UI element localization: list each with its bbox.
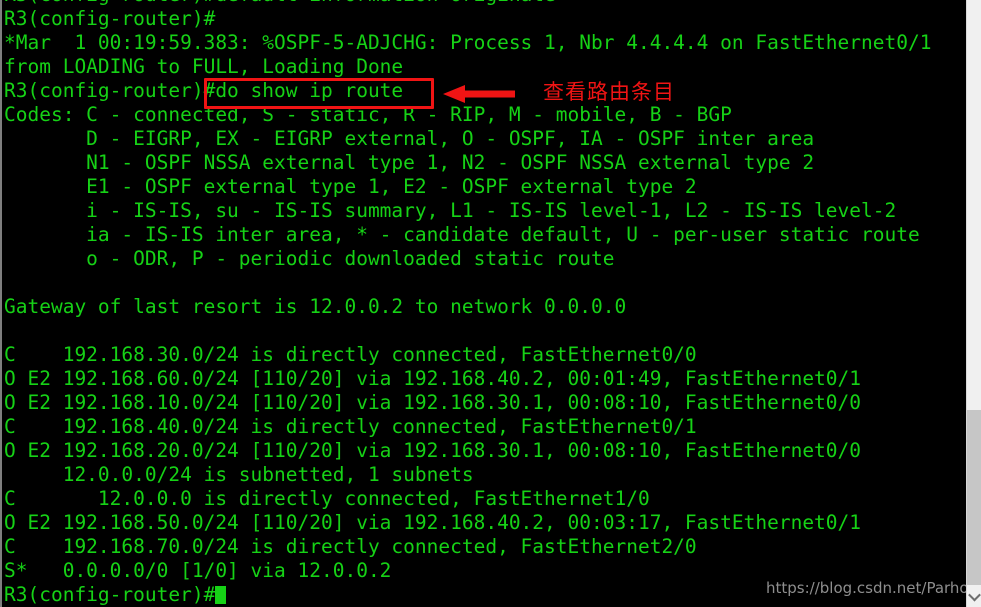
prompt-text: R3(config-router)# [4,583,216,606]
terminal-line: *Mar 1 00:19:59.383: %OSPF-5-ADJCHG: Pro… [4,31,932,54]
scrollbar-down-arrow-icon[interactable] [967,585,981,607]
scrollbar-track[interactable] [967,0,981,410]
terminal-line: N1 - OSPF NSSA external type 1, N2 - OSP… [4,151,815,174]
terminal-line: D - EIGRP, EX - EIGRP external, O - OSPF… [4,127,815,150]
watermark-text: https://blog.csdn.net/Parhoia [766,579,981,597]
route-entry: O E2 192.168.60.0/24 [110/20] via 192.16… [4,367,862,390]
terminal-line: from LOADING to FULL, Loading Done [4,55,404,78]
terminal-line: E1 - OSPF external type 1, E2 - OSPF ext… [4,175,697,198]
route-entry: C 192.168.70.0/24 is directly connected,… [4,535,697,558]
route-entry: C 192.168.30.0/24 is directly connected,… [4,343,697,366]
terminal-line: i - IS-IS, su - IS-IS summary, L1 - IS-I… [4,199,897,222]
route-entry: O E2 192.168.10.0/24 [110/20] via 192.16… [4,391,862,414]
annotation-note-text: 查看路由条目 [543,80,675,104]
route-entry: 12.0.0.0/24 is subnetted, 1 subnets [4,463,474,486]
scrollbar-thumb[interactable] [967,410,981,585]
route-entry: O E2 192.168.50.0/24 [110/20] via 192.16… [4,511,862,534]
annotation-highlight-box [204,78,434,109]
terminal-window: R3(config-router)#default information or… [0,0,981,607]
terminal-line: R3(config-router)#default information or… [2,0,966,7]
route-entry: O E2 192.168.20.0/24 [110/20] via 192.16… [4,439,862,462]
route-entry: C 192.168.40.0/24 is directly connected,… [4,415,697,438]
annotation-arrow-icon [443,84,515,104]
cursor-block [215,586,227,604]
terminal-line: o - ODR, P - periodic downloaded static … [4,247,615,270]
terminal-line: ia - IS-IS inter area, * - candidate def… [4,223,920,246]
route-entry: C 12.0.0.0 is directly connected, FastEt… [4,487,650,510]
vertical-scrollbar[interactable] [966,0,981,607]
terminal-line: Codes: C - connected, S - static, R - RI… [4,103,732,126]
terminal-line-gateway: Gateway of last resort is 12.0.0.2 to ne… [4,295,627,318]
chevron-down-icon [967,588,981,601]
terminal-line: R3(config-router)# [4,7,216,30]
